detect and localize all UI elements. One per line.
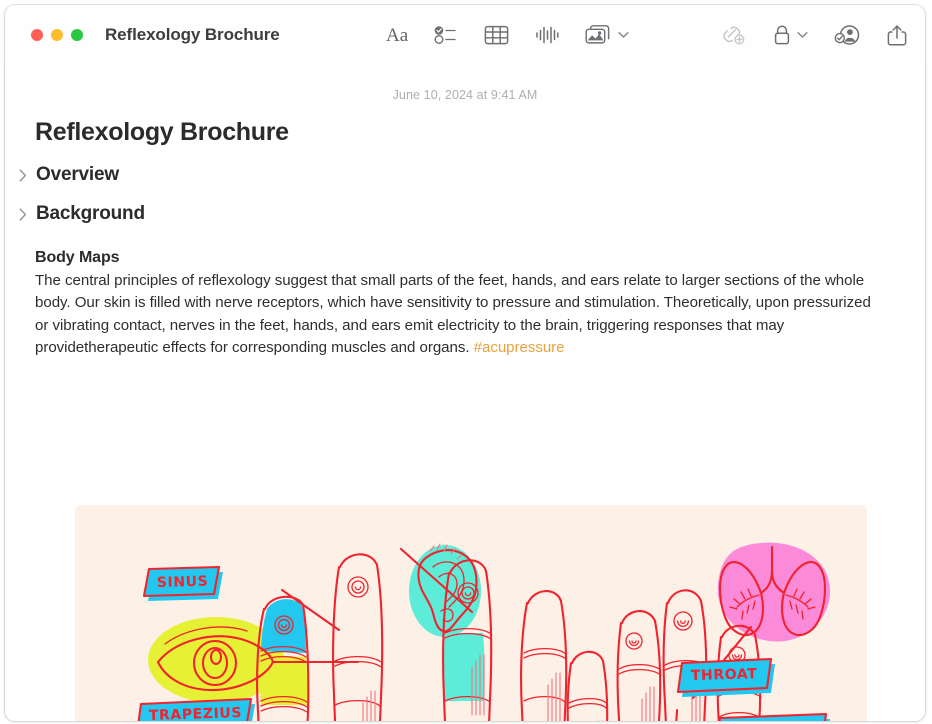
audio-waveform-icon	[535, 24, 559, 46]
record-audio-button[interactable]	[535, 18, 559, 52]
collaborate-icon	[834, 24, 861, 46]
toolbar-right-group	[719, 5, 907, 65]
hashtag-link[interactable]: #acupressure	[474, 339, 565, 356]
window-toolbar: Reflexology Brochure Aa	[5, 5, 925, 65]
svg-text:TRAPEZIUS: TRAPEZIUS	[149, 705, 243, 721]
chevron-right-icon[interactable]	[17, 207, 29, 221]
media-photos-icon	[585, 24, 613, 46]
toolbar-center-group: Aa	[386, 5, 629, 65]
reflexology-illustration-svg: .ink { stroke:#f0232e; fill:none; stroke…	[75, 505, 867, 721]
body-paragraph: The central principles of reflexology su…	[35, 270, 887, 359]
table-icon	[484, 24, 509, 46]
lock-note-button[interactable]	[772, 18, 808, 52]
paragraph-text: The central principles of reflexology su…	[35, 272, 871, 356]
section-overview[interactable]: Overview	[17, 164, 925, 186]
checklist-icon	[434, 24, 458, 46]
section-title: Overview	[36, 164, 119, 185]
window-title: Reflexology Brochure	[105, 25, 280, 44]
note-date: June 10, 2024 at 9:41 AM	[392, 88, 538, 102]
label-throat: THROAT	[676, 657, 775, 697]
share-button[interactable]	[887, 18, 907, 52]
section-background[interactable]: Background	[17, 203, 925, 225]
svg-text:SINUS: SINUS	[157, 574, 209, 591]
add-link-button[interactable]	[719, 18, 746, 52]
checklist-button[interactable]	[434, 18, 458, 52]
media-button[interactable]	[585, 18, 629, 52]
notes-window: Reflexology Brochure Aa June 10, 2024 at…	[4, 4, 926, 722]
link-add-icon	[719, 24, 746, 46]
note-document[interactable]: June 10, 2024 at 9:41 AM Reflexology Bro…	[5, 65, 925, 721]
format-button[interactable]: Aa	[386, 18, 408, 52]
media-chevron-down-icon[interactable]	[618, 31, 629, 39]
lock-icon	[772, 24, 792, 46]
hand-reflexology-image[interactable]: .ink { stroke:#f0232e; fill:none; stroke…	[75, 505, 867, 721]
minimize-window-button[interactable]	[51, 29, 63, 41]
collaborate-button[interactable]	[834, 18, 861, 52]
lock-chevron-down-icon[interactable]	[797, 31, 808, 39]
section-title: Background	[36, 203, 145, 224]
format-aa-icon: Aa	[386, 24, 409, 46]
page-title: Reflexology Brochure	[35, 118, 289, 146]
table-button[interactable]	[484, 18, 509, 52]
maximize-window-button[interactable]	[71, 29, 83, 41]
chevron-right-icon[interactable]	[17, 168, 29, 182]
svg-text:THROAT: THROAT	[691, 666, 758, 684]
close-window-button[interactable]	[31, 29, 43, 41]
traffic-lights	[31, 29, 83, 41]
label-sinus: SINUS	[142, 565, 223, 601]
share-icon	[887, 24, 907, 47]
subheading-body-maps: Body Maps	[35, 249, 120, 266]
